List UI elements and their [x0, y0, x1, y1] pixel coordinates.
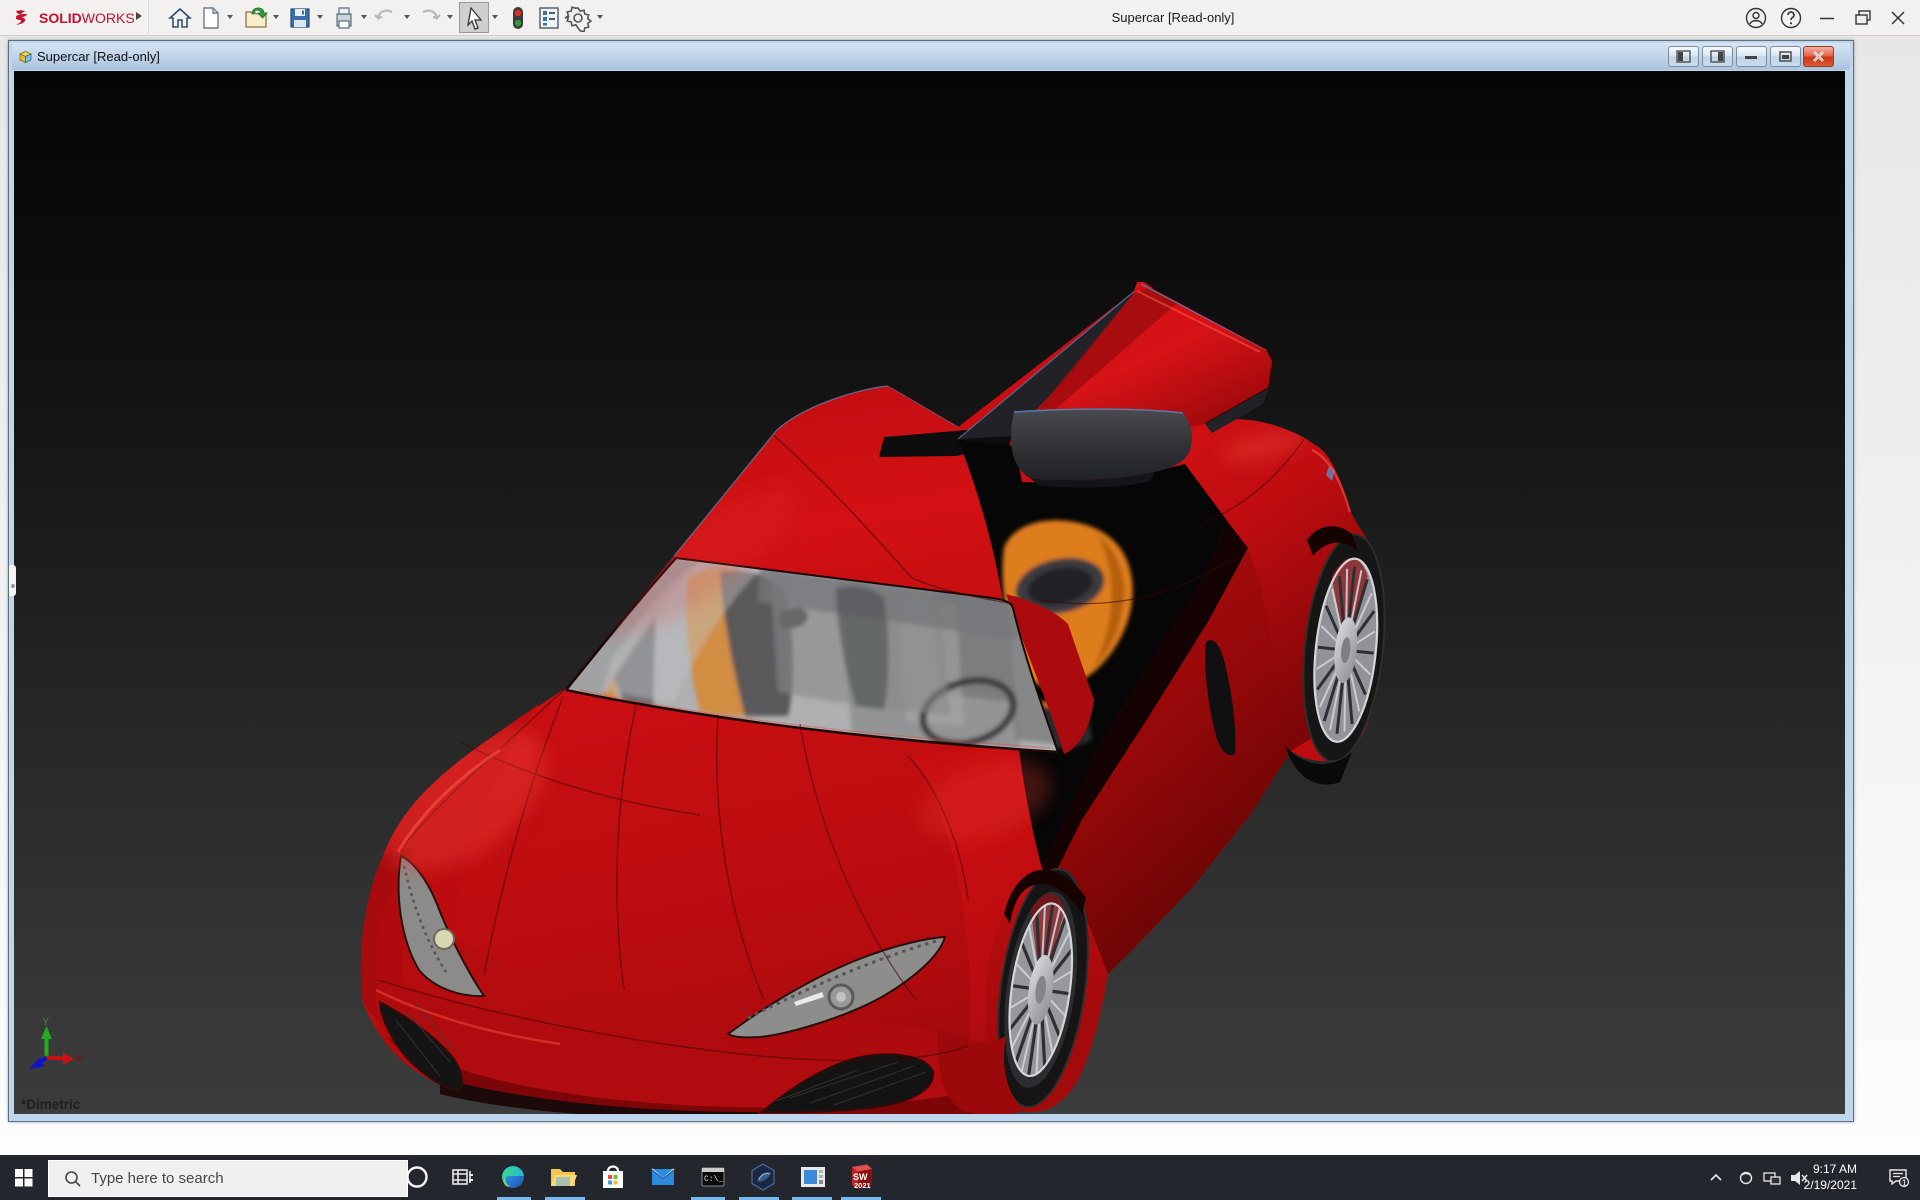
- svg-text:1: 1: [1902, 1179, 1907, 1188]
- svg-text:2021: 2021: [854, 1181, 871, 1190]
- svg-text:Y: Y: [42, 1016, 50, 1028]
- svg-text:C:\_: C:\_: [704, 1175, 723, 1184]
